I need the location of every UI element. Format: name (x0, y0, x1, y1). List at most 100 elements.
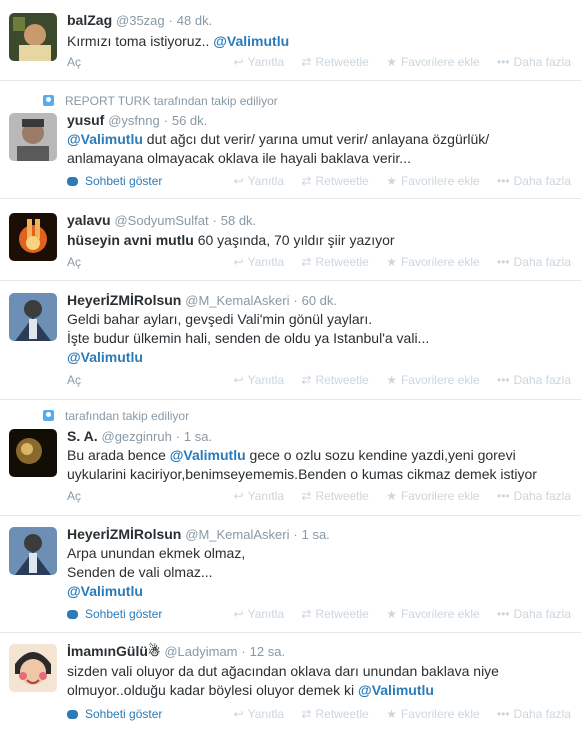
favorite-button[interactable]: ★ Favorilere ekle (386, 373, 479, 387)
mention-link[interactable]: @Valimutlu (213, 33, 289, 49)
tweet-header: balZag @35zag · 48 dk. (67, 12, 212, 28)
timestamp[interactable]: 60 dk. (302, 293, 337, 308)
text-segment: 60 yaşında, 70 yıldır şiir yazıyor (193, 232, 395, 248)
avatar-heyerizmirolsun[interactable] (9, 293, 57, 341)
tweet-actions: ↩ Yanıtla ⇄ Retweetle ★ Favorilere ekle •••… (220, 255, 571, 269)
avatar-yalavu[interactable] (9, 213, 57, 261)
timestamp[interactable]: 1 sa. (184, 429, 212, 444)
author-handle[interactable]: @M_KemalAskeri (185, 527, 289, 542)
mention-link[interactable]: @Valimutlu (67, 131, 143, 147)
tweet-6[interactable]: HeyerİZMİRolsun @M_KemalAskeri · 1 sa. A… (0, 516, 581, 633)
more-icon: ••• (497, 707, 510, 721)
author-name[interactable]: balZag (67, 12, 112, 28)
author-handle[interactable]: @ysfnng (108, 113, 160, 128)
mention-link[interactable]: @Valimutlu (67, 349, 143, 365)
mention-link[interactable]: @Valimutlu (170, 447, 246, 463)
reply-button[interactable]: ↩ Yanıtla (234, 373, 285, 387)
reply-button[interactable]: ↩ Yanıtla (234, 607, 285, 621)
more-button[interactable]: ••• Daha fazla (497, 55, 571, 69)
author-handle[interactable]: @35zag (116, 13, 165, 28)
timestamp[interactable]: 1 sa. (302, 527, 330, 542)
favorite-button[interactable]: ★ Favorilere ekle (386, 255, 479, 269)
reply-button[interactable]: ↩ Yanıtla (234, 707, 285, 721)
author-handle[interactable]: @gezginruh (102, 429, 172, 444)
show-conversation-link[interactable]: Sohbeti göster (67, 607, 162, 621)
tweet-7[interactable]: İmamınGülü☃ @Ladyimam · 12 sa. sizden va… (0, 633, 581, 729)
timestamp[interactable]: 56 dk. (172, 113, 207, 128)
more-icon: ••• (497, 489, 510, 503)
favorite-button[interactable]: ★ Favorilere ekle (386, 707, 479, 721)
author-name[interactable]: HeyerİZMİRolsun (67, 526, 181, 542)
reply-button[interactable]: ↩ Yanıtla (234, 174, 285, 188)
author-name[interactable]: İmamınGülü☃ (67, 643, 160, 659)
show-conversation-link[interactable]: Sohbeti göster (67, 174, 162, 188)
avatar-yusuf[interactable] (9, 113, 57, 161)
author-handle[interactable]: @M_KemalAskeri (185, 293, 289, 308)
retweet-button[interactable]: ⇄ Retweetle (301, 607, 368, 621)
text-segment: Senden de vali olmaz... (67, 564, 213, 580)
retweet-icon: ⇄ (301, 255, 312, 269)
author-name[interactable]: HeyerİZMİRolsun (67, 292, 181, 308)
retweet-button[interactable]: ⇄ Retweetle (301, 174, 368, 188)
author-name[interactable]: yalavu (67, 212, 111, 228)
bold-text: hüseyin avni mutlu (67, 232, 194, 248)
tweet-3[interactable]: yalavu @SodyumSulfat · 58 dk. hüseyin av… (0, 199, 581, 281)
favorite-button[interactable]: ★ Favorilere ekle (386, 489, 479, 503)
tweet-1[interactable]: balZag @35zag · 48 dk. Kırmızı toma isti… (0, 0, 581, 81)
author-name[interactable]: S. A. (67, 428, 98, 444)
avatar-imaminGulu[interactable] (9, 644, 57, 692)
more-button[interactable]: ••• Daha fazla (497, 707, 571, 721)
favorite-button[interactable]: ★ Favorilere ekle (386, 174, 479, 188)
more-button[interactable]: ••• Daha fazla (497, 255, 571, 269)
expand-link[interactable]: Aç (67, 255, 81, 269)
retweet-button[interactable]: ⇄ Retweetle (301, 373, 368, 387)
separator: · (163, 113, 168, 128)
retweet-button[interactable]: ⇄ Retweetle (301, 255, 368, 269)
tweet-text-line: @Valimutlu dut ağcı dut verir/ yarına um… (67, 130, 567, 149)
more-icon: ••• (497, 55, 510, 69)
favorite-button[interactable]: ★ Favorilere ekle (386, 55, 479, 69)
star-icon: ★ (386, 55, 397, 69)
tweet-header: yusuf @ysfnng · 56 dk. (67, 112, 207, 128)
reply-button[interactable]: ↩ Yanıtla (234, 255, 285, 269)
star-icon: ★ (386, 607, 397, 621)
reply-button[interactable]: ↩ Yanıtla (234, 489, 285, 503)
retweet-icon: ⇄ (301, 607, 312, 621)
tweet-text: Kırmızı toma istiyoruz.. @Valimutlu (67, 32, 567, 51)
tweet-actions: ↩ Yanıtla ⇄ Retweetle ★ Favorilere ekle •••… (220, 607, 571, 621)
expand-link[interactable]: Aç (67, 373, 81, 387)
tweet-5[interactable]: tarafından takip ediliyor S. A. @gezginr… (0, 400, 581, 516)
tweet-header: İmamınGülü☃ @Ladyimam · 12 sa. (67, 643, 285, 660)
reply-icon: ↩ (233, 255, 244, 269)
author-name[interactable]: yusuf (67, 112, 104, 128)
author-handle[interactable]: @Ladyimam (164, 644, 237, 659)
tweet-actions: ↩ Yanıtla ⇄ Retweetle ★ Favorilere ekle •••… (220, 174, 571, 188)
retweet-button[interactable]: ⇄ Retweetle (301, 55, 368, 69)
text-segment: anlamayana olmayacak oklava ile hayali b… (67, 150, 411, 166)
avatar-sa[interactable] (9, 429, 57, 477)
timestamp[interactable]: 48 dk. (177, 13, 212, 28)
author-handle[interactable]: @SodyumSulfat (114, 213, 208, 228)
tweet-2[interactable]: REPORT TURK tarafından takip ediliyor yu… (0, 81, 581, 199)
avatar-heyerizmirolsun[interactable] (9, 527, 57, 575)
more-button[interactable]: ••• Daha fazla (497, 607, 571, 621)
expand-link[interactable]: Aç (67, 489, 81, 503)
mention-link[interactable]: @Valimutlu (67, 583, 143, 599)
more-button[interactable]: ••• Daha fazla (497, 489, 571, 503)
show-conversation-link[interactable]: Sohbeti göster (67, 707, 162, 721)
avatar-balzag[interactable] (9, 13, 57, 61)
expand-link[interactable]: Aç (67, 55, 81, 69)
tweet-4[interactable]: HeyerİZMİRolsun @M_KemalAskeri · 60 dk. … (0, 281, 581, 400)
mention-link[interactable]: @Valimutlu (358, 682, 434, 698)
retweet-button[interactable]: ⇄ Retweetle (301, 489, 368, 503)
tweet-actions: ↩ Yanıtla ⇄ Retweetle ★ Favorilere ekle •••… (220, 489, 571, 503)
retweet-button[interactable]: ⇄ Retweetle (301, 707, 368, 721)
timestamp[interactable]: 12 sa. (250, 644, 285, 659)
text-segment: Geldi bahar ayları, gevşedi Vali'min gön… (67, 311, 373, 327)
timestamp[interactable]: 58 dk. (221, 213, 256, 228)
more-icon: ••• (497, 174, 510, 188)
more-button[interactable]: ••• Daha fazla (497, 373, 571, 387)
reply-button[interactable]: ↩ Yanıtla (234, 55, 285, 69)
more-button[interactable]: ••• Daha fazla (497, 174, 571, 188)
favorite-button[interactable]: ★ Favorilere ekle (386, 607, 479, 621)
